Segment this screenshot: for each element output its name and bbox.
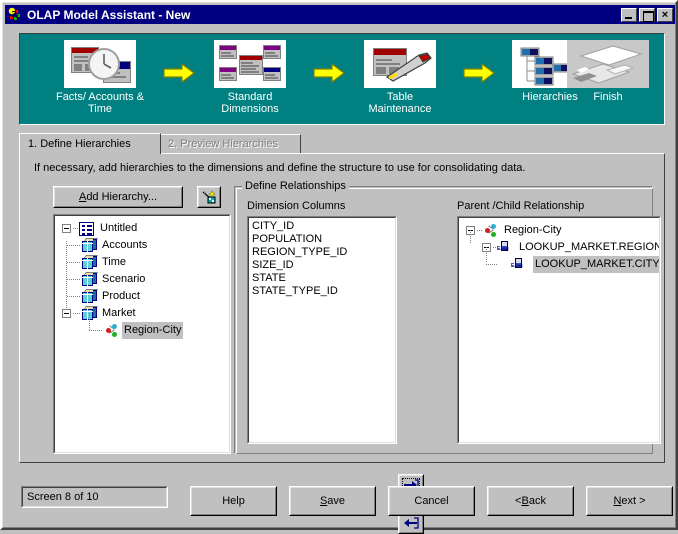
save-button-mnemonic: S: [319, 495, 328, 507]
wizard-step-label: Table Maintenance: [368, 91, 432, 115]
cube-icon: [82, 306, 99, 321]
tab-page-define-hierarchies: If necessary, add hierarchies to the dim…: [19, 153, 665, 534]
cube-icon: [82, 289, 99, 304]
tree-node-label: Region-City: [504, 224, 562, 236]
list-item[interactable]: STATE: [249, 272, 395, 285]
cube-icon: [82, 272, 99, 287]
model-icon: [79, 222, 94, 236]
tree-row[interactable]: Region-City: [459, 222, 659, 239]
parent-child-label: Parent /Child Relationship: [457, 200, 585, 212]
help-button-label: Help: [222, 495, 245, 507]
window-inner-frame: OLAP Model Assistant - New × Facts/ Acco…: [2, 2, 676, 534]
tree-row[interactable]: Time: [55, 254, 229, 271]
tree-row[interactable]: EABC LOOKUP_MARKET.REGION: [459, 230, 660, 256]
back-button[interactable]: < Back: [487, 486, 574, 516]
expander-untitled[interactable]: [62, 224, 71, 233]
screen-counter-text: Screen 8 of 10: [22, 487, 167, 507]
cancel-button-label: Cancel: [414, 495, 449, 507]
instruction-text: If necessary, add hierarchies to the dim…: [34, 162, 526, 174]
wizard-banner: Facts/ Accounts & Time Standard Dimensio…: [19, 33, 665, 125]
add-hierarchy-button[interactable]: Add Hierarchy...: [53, 186, 183, 208]
window-title: OLAP Model Assistant - New: [27, 7, 191, 22]
next-button-mnemonic: N: [613, 495, 622, 507]
list-item[interactable]: CITY_ID: [249, 220, 395, 233]
parent-child-tree[interactable]: Region-City EABC LOOKUP_MARKET.REGION EA…: [457, 216, 661, 444]
tree-node-label: Market: [102, 307, 136, 319]
finish-sheets-icon: [567, 40, 649, 88]
next-button-label: ext >: [621, 495, 646, 507]
model-tree[interactable]: Untitled Accounts Time Scenario Product …: [53, 214, 231, 454]
olap-cube-icon: [7, 6, 23, 23]
cube-icon: [82, 255, 99, 270]
back-button-label: ack: [528, 495, 546, 507]
wizard-step-facts-accounts-time: Facts/ Accounts & Time: [42, 40, 158, 115]
wizard-step-standard-dimensions: Standard Dimensions: [192, 40, 308, 115]
maximize-button[interactable]: [639, 7, 655, 22]
tree-row[interactable]: Untitled: [55, 220, 229, 237]
tree-row[interactable]: Market: [55, 305, 229, 322]
tree-row[interactable]: Accounts: [55, 237, 229, 254]
arrow-right-icon: [312, 62, 346, 84]
app-window: OLAP Model Assistant - New × Facts/ Acco…: [0, 0, 678, 534]
tree-row[interactable]: Scenario: [55, 271, 229, 288]
dimension-tables-icon: [214, 40, 286, 88]
tab-label: 2. Preview Hierarchies: [168, 138, 279, 150]
calendar-clock-icon: [64, 40, 136, 88]
wizard-step-label: Standard Dimensions: [221, 91, 279, 115]
tab-label: 1. Define Hierarchies: [28, 138, 131, 150]
minimize-button[interactable]: [621, 7, 637, 22]
dimension-columns-label: Dimension Columns: [247, 200, 346, 212]
tree-node-label-selected: LOOKUP_MARKET.CITY: [533, 256, 659, 273]
list-item[interactable]: REGION_TYPE_ID: [249, 246, 395, 259]
tab-preview-hierarchies[interactable]: 2. Preview Hierarchies: [159, 134, 301, 154]
cube-icon: [82, 238, 99, 253]
column-icon: EABC: [497, 240, 513, 255]
define-relationships-title: Define Relationships: [242, 180, 349, 192]
tree-row[interactable]: Region-City: [55, 313, 229, 339]
list-item[interactable]: STATE_TYPE_ID: [249, 285, 395, 298]
titlebar[interactable]: OLAP Model Assistant - New ×: [5, 5, 675, 24]
tree-node-label: Untitled: [100, 222, 138, 234]
help-button[interactable]: Help: [190, 486, 277, 516]
wizard-step-label: Finish: [593, 91, 623, 103]
list-item[interactable]: SIZE_ID: [249, 259, 395, 272]
tab-define-hierarchies[interactable]: 1. Define Hierarchies: [19, 133, 161, 154]
tree-node-label: LOOKUP_MARKET.REGION: [519, 241, 660, 253]
tree-node-label: Scenario: [102, 273, 146, 285]
column-icon: EABC: [511, 257, 527, 272]
expander-market[interactable]: [62, 309, 71, 318]
cancel-button[interactable]: Cancel: [388, 486, 475, 516]
close-button[interactable]: ×: [657, 7, 673, 22]
tree-row[interactable]: EABC LOOKUP_MARKET.CITY: [459, 247, 659, 273]
tree-node-label: Product: [102, 290, 140, 302]
arrow-right-icon: [390, 62, 495, 84]
tree-node-label: Accounts: [102, 239, 148, 251]
save-button-label: ave: [327, 495, 346, 507]
arrow-left-into-box-icon: [403, 517, 419, 529]
hierarchy-icon: [104, 323, 120, 338]
wizard-step-label: Facts/ Accounts & Time: [55, 91, 145, 115]
hierarchy-icon: [483, 223, 499, 238]
add-hierarchy-label: dd Hierarchy...: [86, 191, 158, 203]
screen-counter: Screen 8 of 10: [21, 486, 168, 508]
wizard-step-finish: Finish: [550, 40, 666, 103]
next-button[interactable]: Next >: [586, 486, 673, 516]
filter-wand-icon-button[interactable]: [197, 186, 221, 208]
tree-node-label-selected: Region-City: [122, 322, 184, 339]
back-button-mnemonic: B: [521, 495, 529, 507]
list-item[interactable]: POPULATION: [249, 233, 395, 246]
tree-node-label: Time: [102, 256, 127, 268]
save-button[interactable]: Save: [289, 486, 376, 516]
tree-row[interactable]: Product: [55, 288, 229, 305]
tab-strip: 1. Define Hierarchies 2. Preview Hierarc…: [19, 133, 665, 154]
filter-wand-icon: [202, 190, 216, 204]
arrow-right-icon: [162, 62, 196, 84]
add-hierarchy-mnemonic: A: [78, 191, 87, 203]
dimension-columns-list[interactable]: CITY_ID POPULATION REGION_TYPE_ID SIZE_I…: [247, 216, 397, 444]
